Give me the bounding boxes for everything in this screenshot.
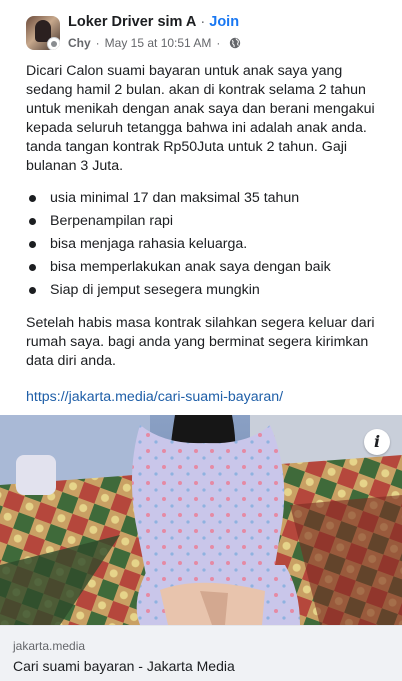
group-avatar[interactable] — [26, 16, 60, 50]
post-meta: Chy · May 15 at 10:51 AM · — [68, 36, 241, 50]
post-paragraph: Dicari Calon suami bayaran untuk anak sa… — [26, 63, 375, 174]
link-preview-card[interactable]: jakarta.media Cari suami bayaran - Jakar… — [0, 625, 402, 681]
photo-illustration — [0, 415, 402, 625]
profile-badge-icon — [47, 37, 60, 50]
list-item: Berpenampilan rapi — [26, 212, 378, 230]
screen-edge — [388, 0, 402, 415]
facebook-post: Loker Driver sim A · Join Chy · May 15 at … — [0, 0, 402, 681]
info-icon[interactable]: i — [364, 429, 390, 455]
join-button[interactable]: Join — [209, 14, 239, 30]
link-domain: jakarta.media — [13, 639, 86, 653]
globe-icon — [230, 37, 241, 49]
separator-dot: · — [216, 36, 221, 50]
requirements-list: usia minimal 17 dan maksimal 35 tahun Be… — [26, 189, 378, 299]
post-paragraph: Setelah habis masa kontrak silahkan sege… — [26, 315, 375, 369]
list-item: Siap di jemput sesegera mungkin — [26, 281, 378, 299]
list-item: bisa menjaga rahasia keluarga. — [26, 235, 378, 253]
separator-dot: · — [95, 36, 100, 50]
post-timestamp[interactable]: May 15 at 10:51 AM — [105, 36, 212, 50]
list-item: bisa memperlakukan anak saya dengan baik — [26, 258, 378, 276]
post-header: Loker Driver sim A · Join Chy · May 15 at … — [26, 12, 386, 52]
group-title-line: Loker Driver sim A · Join — [68, 14, 239, 30]
post-link[interactable]: https://jakarta.media/cari-suami-bayaran… — [26, 388, 378, 407]
separator-dot: · — [200, 14, 206, 30]
group-name-link[interactable]: Loker Driver sim A — [68, 14, 196, 30]
post-body: Dicari Calon suami bayaran untuk anak sa… — [26, 62, 378, 407]
list-item: usia minimal 17 dan maksimal 35 tahun — [26, 189, 378, 207]
link-title[interactable]: Cari suami bayaran - Jakarta Media — [13, 658, 235, 674]
link-preview-image[interactable]: i — [0, 415, 402, 625]
author-name[interactable]: Chy — [68, 36, 91, 50]
